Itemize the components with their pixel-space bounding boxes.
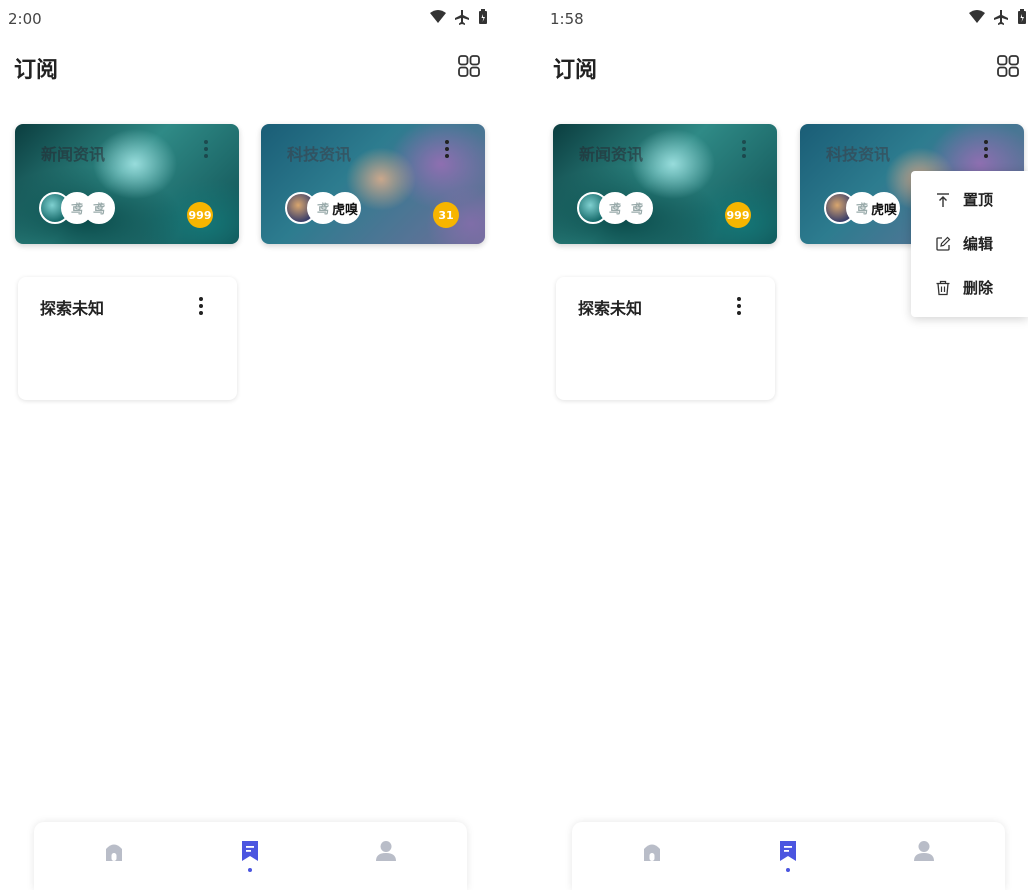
nav-home[interactable]	[637, 840, 667, 880]
status-icons	[969, 9, 1027, 25]
menu-item-label: 删除	[963, 279, 994, 297]
menu-item-pin[interactable]: 置顶	[935, 189, 993, 210]
subscription-card[interactable]: 新闻资讯 鸢 鸢 999	[15, 124, 239, 244]
bookmark-icon	[780, 841, 796, 861]
more-icon[interactable]	[203, 140, 209, 160]
subscription-card[interactable]: 探索未知	[18, 277, 237, 400]
avatar: 虎嗅	[329, 192, 361, 224]
screen-right: 1:58 订阅 新闻资讯 鸢 鸢 999 科技资讯 鸢 虎嗅 探索未知	[538, 0, 1028, 890]
more-icon[interactable]	[444, 140, 450, 160]
active-indicator	[786, 868, 790, 872]
more-icon[interactable]	[983, 140, 989, 160]
subscription-card[interactable]: 探索未知	[556, 277, 775, 400]
person-icon	[914, 841, 934, 861]
airplane-icon	[455, 10, 469, 25]
avatar: 鸢	[83, 192, 115, 224]
card-title: 新闻资讯	[579, 145, 644, 164]
menu-item-edit[interactable]: 编辑	[935, 233, 993, 254]
subscription-card[interactable]: 新闻资讯 鸢 鸢 999	[553, 124, 777, 244]
source-avatars: 鸢 虎嗅	[285, 192, 405, 226]
menu-item-label: 置顶	[963, 191, 994, 209]
bottom-nav	[572, 822, 1005, 890]
trash-icon	[936, 280, 950, 295]
more-icon[interactable]	[736, 297, 742, 317]
person-icon	[376, 841, 396, 861]
nav-subscriptions[interactable]	[235, 840, 265, 880]
card-title: 科技资讯	[826, 145, 891, 164]
grid-view-icon[interactable]	[457, 54, 481, 78]
status-time: 1:58	[550, 10, 584, 28]
more-icon[interactable]	[198, 297, 204, 317]
unread-badge: 999	[725, 202, 751, 228]
nav-home[interactable]	[99, 840, 129, 880]
pin-to-top-icon	[937, 192, 949, 207]
page-title: 订阅	[14, 58, 59, 83]
grid-view-icon[interactable]	[996, 54, 1020, 78]
nav-profile[interactable]	[371, 840, 401, 880]
unread-badge: 31	[433, 202, 459, 228]
card-title: 探索未知	[40, 299, 105, 318]
status-icons	[430, 9, 488, 25]
home-icon	[644, 844, 660, 861]
airplane-icon	[994, 10, 1008, 25]
menu-item-delete[interactable]: 删除	[935, 277, 993, 298]
battery-icon	[1018, 9, 1026, 24]
edit-icon	[936, 236, 951, 251]
menu-item-label: 编辑	[963, 235, 994, 253]
battery-icon	[479, 9, 487, 24]
avatar: 虎嗅	[868, 192, 900, 224]
subscription-card[interactable]: 科技资讯 鸢 虎嗅 31	[261, 124, 485, 244]
status-time: 2:00	[8, 10, 42, 28]
avatar: 鸢	[621, 192, 653, 224]
card-title: 新闻资讯	[41, 145, 106, 164]
page-title: 订阅	[553, 58, 598, 83]
screen-left: 2:00 订阅 新闻资讯 鸢 鸢 999 科技资讯 鸢 虎嗅 31 探索未知	[0, 0, 514, 890]
card-context-menu: 置顶 编辑 删除	[911, 171, 1028, 317]
wifi-icon	[430, 10, 446, 23]
more-icon[interactable]	[741, 140, 747, 160]
nav-profile[interactable]	[909, 840, 939, 880]
card-title: 探索未知	[578, 299, 643, 318]
bookmark-icon	[242, 841, 258, 861]
unread-badge: 999	[187, 202, 213, 228]
source-avatars: 鸢 鸢	[39, 192, 159, 226]
wifi-icon	[969, 10, 985, 23]
card-title: 科技资讯	[287, 145, 352, 164]
bottom-nav	[34, 822, 467, 890]
nav-subscriptions[interactable]	[773, 840, 803, 880]
home-icon	[106, 844, 122, 861]
active-indicator	[248, 868, 252, 872]
source-avatars: 鸢 鸢	[577, 192, 697, 226]
